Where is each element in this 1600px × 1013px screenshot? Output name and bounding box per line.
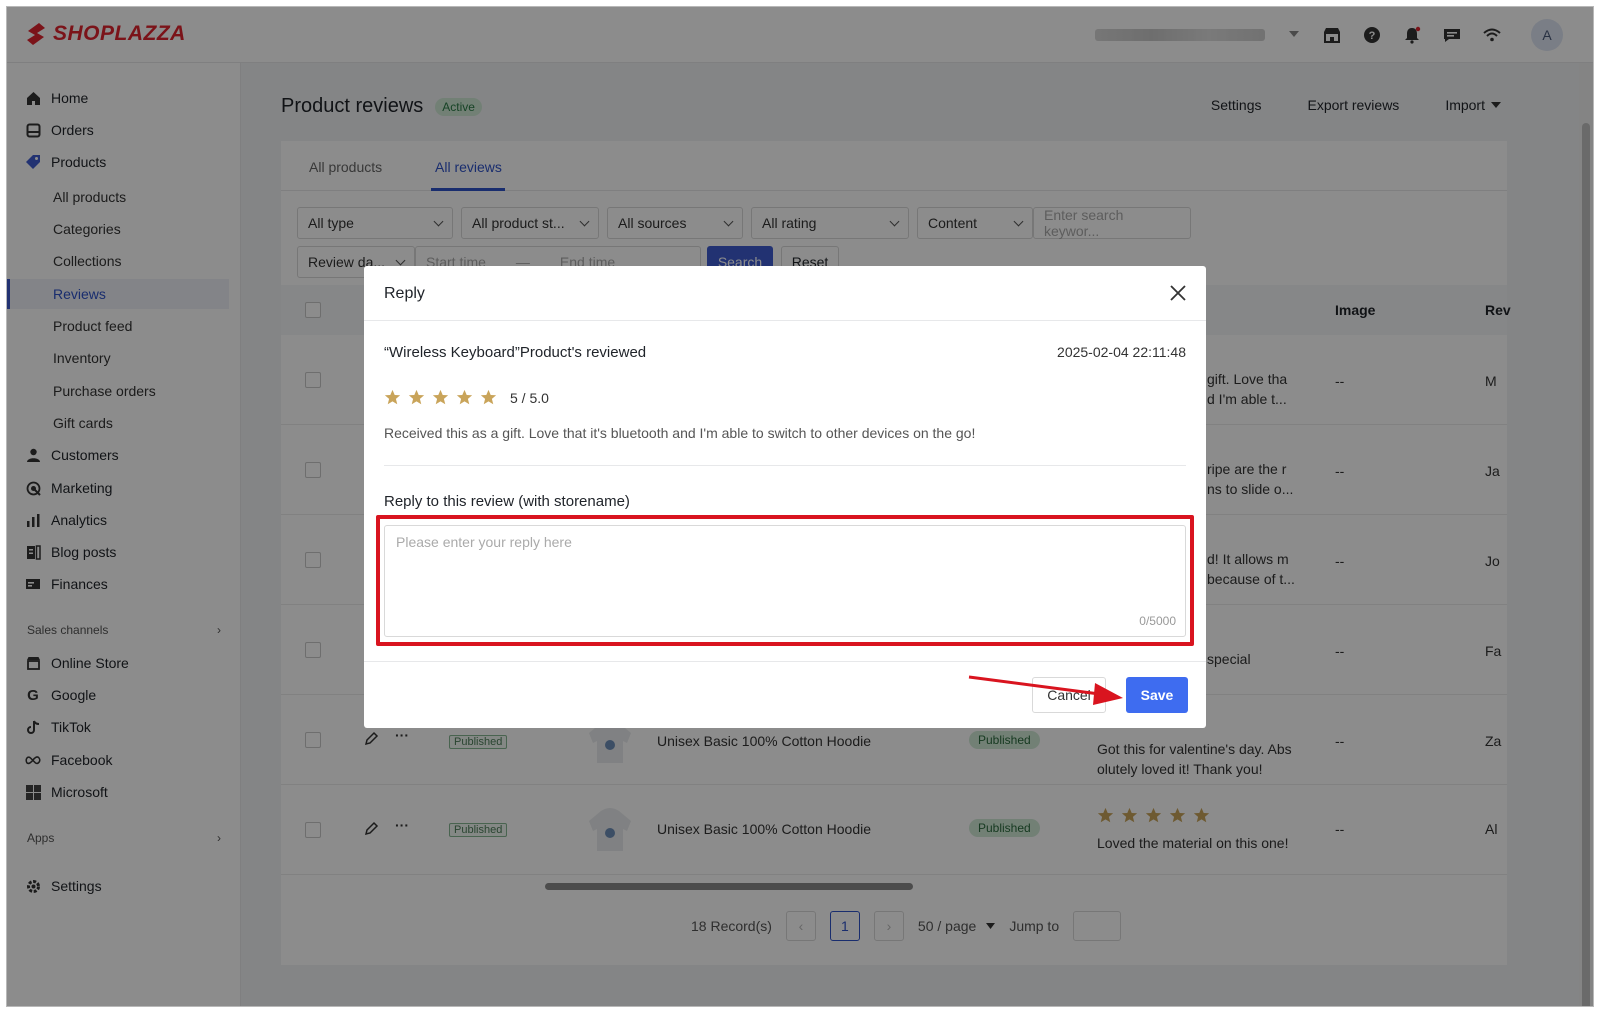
highlight-box	[376, 515, 1194, 646]
reply-label: Reply to this review (with storename)	[384, 493, 630, 510]
annotation-arrow	[968, 675, 1123, 705]
review-text: Received this as a gift. Love that it's …	[384, 425, 976, 441]
star-icon	[480, 389, 497, 405]
divider	[384, 465, 1186, 466]
review-rating-stars	[384, 389, 497, 406]
modal-footer-divider	[364, 661, 1206, 662]
reply-modal: Reply “Wireless Keyboard”Product's revie…	[364, 266, 1206, 728]
modal-header: Reply	[364, 266, 1206, 321]
star-icon	[384, 389, 401, 405]
save-button[interactable]: Save	[1126, 677, 1188, 713]
star-icon	[456, 389, 473, 405]
star-icon	[408, 389, 425, 405]
rating-text: 5 / 5.0	[510, 390, 549, 406]
close-icon[interactable]	[1168, 283, 1188, 303]
modal-title: Reply	[384, 285, 425, 302]
review-date: 2025-02-04 22:11:48	[1057, 344, 1186, 360]
app-window: SHOPLAZZA ? A Home Orders Products All p…	[6, 6, 1594, 1007]
star-icon	[432, 389, 449, 405]
review-product-line: “Wireless Keyboard”Product's reviewed	[384, 344, 647, 361]
